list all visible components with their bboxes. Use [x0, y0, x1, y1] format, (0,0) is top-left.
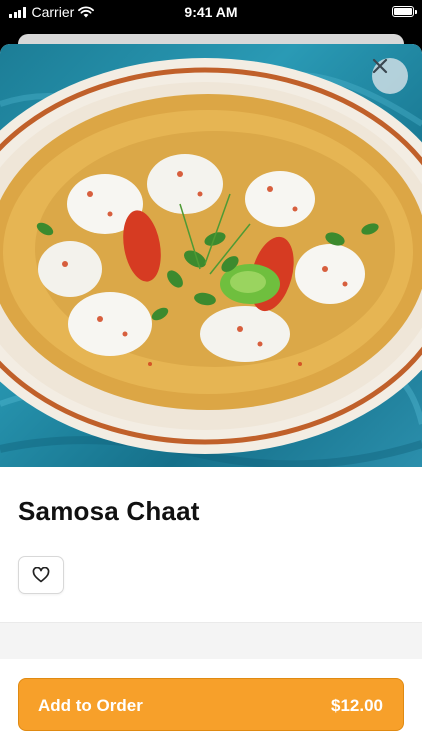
order-price: $12.00	[331, 696, 383, 715]
add-to-order-button[interactable]: Add to Order $12.00	[18, 678, 404, 731]
item-detail-modal: Samosa Chaat Add to Order $12.00	[0, 44, 422, 750]
samosa-chaat-image	[0, 58, 422, 467]
heart-icon	[32, 567, 50, 583]
status-bar: Carrier 9:41 AM	[0, 0, 422, 26]
favorite-button[interactable]	[18, 556, 64, 594]
battery-icon	[392, 6, 417, 17]
item-photo	[0, 44, 422, 467]
close-button[interactable]	[372, 58, 408, 94]
item-title: Samosa Chaat	[18, 496, 200, 526]
close-icon	[372, 58, 388, 74]
add-to-order-label: Add to Order	[38, 696, 143, 715]
status-time: 9:41 AM	[184, 4, 238, 20]
section-divider	[0, 622, 422, 660]
order-footer: Add to Order $12.00	[0, 659, 422, 750]
